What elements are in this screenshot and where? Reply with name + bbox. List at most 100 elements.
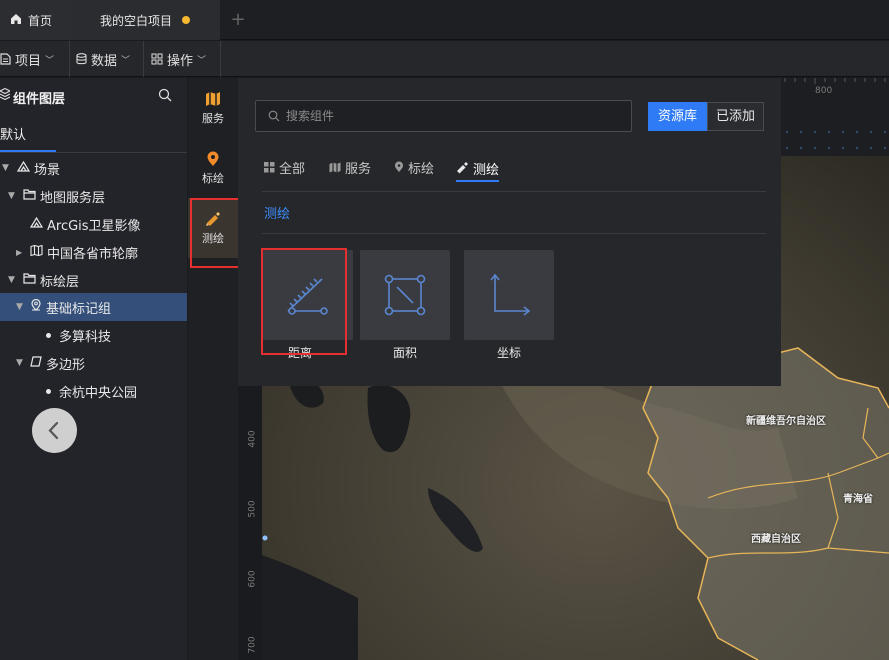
axis-icon xyxy=(490,273,531,316)
home-icon xyxy=(10,13,22,28)
divider xyxy=(262,191,766,192)
collapse-triangle-icon: ▶ xyxy=(16,247,23,257)
tree-item-yuhang-park[interactable]: 余杭中央公园 xyxy=(0,377,187,405)
map-icon xyxy=(329,162,341,172)
search-icon[interactable] xyxy=(158,88,172,106)
grid-icon xyxy=(264,161,275,172)
menu-project[interactable]: 项目 ﹀ xyxy=(0,41,54,77)
bullet-icon xyxy=(46,388,51,394)
location-pin-icon xyxy=(30,298,42,315)
database-icon xyxy=(76,53,87,65)
tree-item-duosuan[interactable]: 多算科技 xyxy=(0,321,187,349)
search-icon xyxy=(268,110,280,122)
expand-triangle-icon: ▼ xyxy=(8,191,15,201)
location-pin-icon xyxy=(207,151,219,166)
ruler-top-label: 800 xyxy=(815,86,833,96)
map-label-tibet: 西藏自治区 xyxy=(751,534,801,545)
ruler-left-label: 600 xyxy=(247,570,258,588)
category-tab-label: 测绘 xyxy=(473,162,500,178)
category-tab-label: 全部 xyxy=(279,161,306,177)
folder-icon xyxy=(23,272,36,288)
grid-icon xyxy=(151,53,163,65)
search-input[interactable] xyxy=(286,109,606,123)
scene-icon xyxy=(29,216,44,232)
tree-item-label: 中国各省市轮廓 xyxy=(47,246,139,262)
ruler-pencil-icon xyxy=(457,162,468,174)
expand-triangle-icon: ▼ xyxy=(16,358,23,368)
map-icon xyxy=(206,91,220,106)
category-tab-label: 服务 xyxy=(345,161,372,177)
location-pin-icon xyxy=(395,161,403,172)
menu-data[interactable]: 数据 ﹀ xyxy=(76,41,130,77)
ruler-top: 800 xyxy=(781,78,889,156)
tree-item-polygon[interactable]: ▼ 多边形 xyxy=(0,349,187,377)
menu-divider xyxy=(220,41,221,77)
layer-panel-title: 组件图层 xyxy=(13,92,66,107)
tree-item-label: 标绘层 xyxy=(40,274,80,290)
component-card-area[interactable] xyxy=(360,250,450,340)
layers-icon xyxy=(0,87,12,104)
component-card-label: 坐标 xyxy=(496,346,521,360)
ruler-left-label: 400 xyxy=(247,430,258,448)
component-card-label: 面积 xyxy=(392,346,417,360)
expand-triangle-icon: ▼ xyxy=(8,275,15,285)
map-label-xinjiang: 新疆维吾尔自治区 xyxy=(746,416,826,427)
tree-item-basic-marker-group[interactable]: ▼ 基础标记组 xyxy=(0,293,187,321)
file-icon xyxy=(0,53,11,65)
tab-project[interactable]: 我的空白项目 xyxy=(72,0,220,40)
component-card-coordinate[interactable] xyxy=(464,250,554,340)
tree-item-marker-layer[interactable]: ▼ 标绘层 xyxy=(0,266,187,294)
map-icon xyxy=(30,244,43,260)
tab-project-label: 我的空白项目 xyxy=(100,13,173,28)
tree-item-label: 地图服务层 xyxy=(40,190,106,206)
tree-item-china-provinces[interactable]: ▶ 中国各省市轮廓 xyxy=(0,238,187,266)
scene-icon xyxy=(16,160,31,176)
expand-triangle-icon: ▼ xyxy=(16,302,23,312)
polygon-icon xyxy=(30,355,42,371)
search-field[interactable] xyxy=(255,100,632,132)
tab-home[interactable]: 首页 xyxy=(0,0,72,40)
added-button[interactable]: 已添加 xyxy=(707,102,764,131)
tree-item-label: 多算科技 xyxy=(59,329,112,345)
tree-item-label: 基础标记组 xyxy=(46,301,112,317)
category-tab-survey[interactable]: 测绘 xyxy=(456,156,500,182)
tree-item-scene[interactable]: ▼ 场景 xyxy=(0,154,187,182)
chevron-left-icon xyxy=(48,421,59,440)
bullet-icon xyxy=(46,332,51,338)
menu-project-label: 项目 xyxy=(15,53,42,69)
resource-library-button[interactable]: 资源库 xyxy=(648,102,707,131)
rail-marker[interactable]: 标绘 xyxy=(188,140,238,196)
layer-panel-header: 组件图层 xyxy=(0,87,187,108)
menu-data-label: 数据 xyxy=(91,53,118,69)
tree-item-arcgis[interactable]: ArcGis卫星影像 xyxy=(0,210,187,238)
category-tab-label: 标绘 xyxy=(408,161,435,177)
menu-bar: 项目 ﹀ 数据 ﹀ 操作 ﹀ xyxy=(0,41,889,77)
add-tab-button[interactable]: + xyxy=(228,8,248,32)
tree-item-map-service-layer[interactable]: ▼ 地图服务层 xyxy=(0,182,187,210)
divider xyxy=(262,233,766,234)
ruler-left: 400 500 600 700 xyxy=(238,386,262,660)
menu-divider xyxy=(69,41,70,77)
collapse-panel-button[interactable] xyxy=(32,408,77,453)
rail-service[interactable]: 服务 xyxy=(188,80,238,136)
tab-home-label: 首页 xyxy=(28,13,53,28)
divider xyxy=(0,152,187,153)
menu-operate-label: 操作 xyxy=(167,53,194,69)
unsaved-dot-icon xyxy=(182,16,191,24)
category-tab-all[interactable]: 全部 xyxy=(264,156,305,178)
rail-service-label: 服务 xyxy=(202,111,224,125)
map-label-qinghai: 青海省 xyxy=(843,494,873,505)
tree-item-label: 余杭中央公园 xyxy=(59,385,138,401)
chevron-down-icon: ﹀ xyxy=(121,55,131,66)
menu-operate[interactable]: 操作 ﹀ xyxy=(151,41,206,77)
group-label-survey: 测绘 xyxy=(264,207,291,222)
chevron-down-icon: ﹀ xyxy=(197,55,207,66)
tree-item-label: 场景 xyxy=(34,162,61,178)
tab-default[interactable]: 默认 xyxy=(0,124,56,152)
rail-marker-label: 标绘 xyxy=(202,171,224,185)
category-tab-marker[interactable]: 标绘 xyxy=(394,156,434,178)
tree-item-label: 多边形 xyxy=(46,357,86,373)
category-tab-service[interactable]: 服务 xyxy=(329,156,371,178)
ruler-left-label: 700 xyxy=(247,636,258,654)
ruler-left-label: 500 xyxy=(247,500,258,518)
